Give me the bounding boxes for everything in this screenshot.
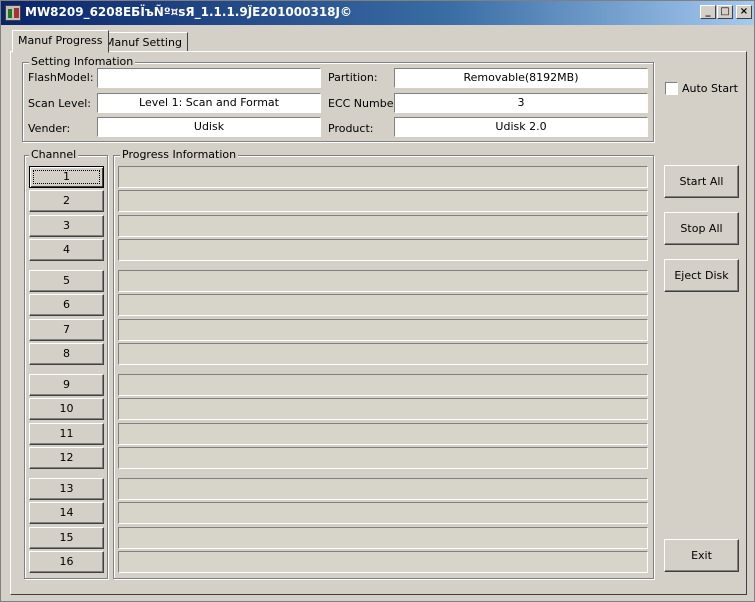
stop-all-button[interactable]: Stop All — [664, 212, 739, 245]
channel-button-13[interactable]: 13 — [29, 478, 104, 500]
progress-bar-1 — [118, 166, 648, 188]
progress-bar-2 — [118, 190, 648, 212]
partition-label: Partition: — [328, 71, 378, 84]
channel-button-8[interactable]: 8 — [29, 343, 104, 365]
progress-bar-5 — [118, 270, 648, 292]
progress-bar-6 — [118, 294, 648, 316]
tab-manuf-progress[interactable]: Manuf Progress — [12, 30, 109, 53]
channel-button-9[interactable]: 9 — [29, 374, 104, 396]
channel-button-7[interactable]: 7 — [29, 319, 104, 341]
channel-button-15[interactable]: 15 — [29, 527, 104, 549]
progress-bar-12 — [118, 447, 648, 469]
vender-field[interactable]: Udisk — [97, 117, 321, 137]
app-icon[interactable] — [5, 5, 21, 21]
channel-button-11[interactable]: 11 — [29, 423, 104, 445]
progress-bar-8 — [118, 343, 648, 365]
channel-button-2[interactable]: 2 — [29, 190, 104, 212]
channel-button-16[interactable]: 16 — [29, 551, 104, 573]
start-all-button[interactable]: Start All — [664, 165, 739, 198]
maximize-button[interactable]: □ — [717, 5, 733, 19]
progress-bar-14 — [118, 502, 648, 524]
eject-disk-button[interactable]: Eject Disk — [664, 259, 739, 292]
channel-button-10[interactable]: 10 — [29, 398, 104, 420]
title-bar[interactable]: MW8209_6208ЕБÏъÑº¤sЯ_1.1.1.9J̈E201000318… — [1, 1, 754, 25]
product-field[interactable]: Udisk 2.0 — [394, 117, 648, 137]
progress-bar-10 — [118, 398, 648, 420]
ecc-number-label: ECC Number: — [328, 97, 402, 110]
auto-start-label[interactable]: Auto Start — [682, 82, 738, 95]
partition-field[interactable]: Removable(8192MB) — [394, 68, 648, 88]
progress-bar-16 — [118, 551, 648, 573]
channel-button-3[interactable]: 3 — [29, 215, 104, 237]
channel-button-6[interactable]: 6 — [29, 294, 104, 316]
scan-level-field[interactable]: Level 1: Scan and Format — [97, 93, 321, 113]
scan-level-label: Scan Level: — [28, 97, 91, 110]
flash-model-field[interactable] — [97, 68, 321, 88]
channel-button-12[interactable]: 12 — [29, 447, 104, 469]
tab-manuf-setting[interactable]: Manuf Setting — [99, 32, 188, 52]
flash-model-label: FlashModel: — [28, 71, 94, 84]
channel-button-14[interactable]: 14 — [29, 502, 104, 524]
progress-bar-9 — [118, 374, 648, 396]
product-label: Product: — [328, 122, 374, 135]
main-window: MW8209_6208ЕБÏъÑº¤sЯ_1.1.1.9J̈E201000318… — [0, 0, 755, 602]
channel-button-1[interactable]: 1 — [29, 166, 104, 188]
channel-button-4[interactable]: 4 — [29, 239, 104, 261]
progress-bar-11 — [118, 423, 648, 445]
vender-label: Vender: — [28, 122, 71, 135]
ecc-number-field[interactable]: 3 — [394, 93, 648, 113]
progress-bar-13 — [118, 478, 648, 500]
progress-bar-4 — [118, 239, 648, 261]
close-button[interactable]: × — [736, 5, 752, 19]
progress-bar-7 — [118, 319, 648, 341]
progress-bar-15 — [118, 527, 648, 549]
progress-info-title: Progress Information — [120, 148, 239, 161]
exit-button[interactable]: Exit — [664, 539, 739, 572]
progress-bar-3 — [118, 215, 648, 237]
auto-start-checkbox[interactable] — [665, 82, 678, 95]
channel-button-5[interactable]: 5 — [29, 270, 104, 292]
setting-info-title: Setting Infomation — [29, 55, 136, 68]
channel-group-title: Channel — [29, 148, 79, 161]
minimize-button[interactable]: _ — [700, 5, 716, 19]
window-title: MW8209_6208ЕБÏъÑº¤sЯ_1.1.1.9J̈E201000318… — [25, 5, 352, 19]
